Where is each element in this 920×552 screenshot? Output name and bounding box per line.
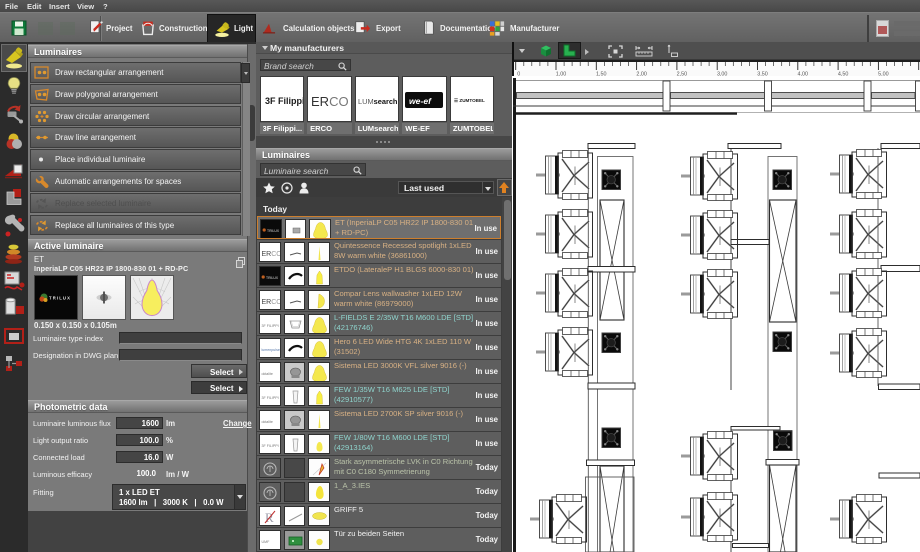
svg-text:we-ef: we-ef — [409, 96, 432, 106]
svg-text:TRILUX: TRILUX — [266, 276, 279, 280]
svg-text:ERCO: ERCO — [311, 94, 349, 109]
svg-text:TRILUX: TRILUX — [267, 229, 280, 233]
svg-text:3F Filippi: 3F Filippi — [265, 96, 303, 106]
svg-text:3F FILIPPI: 3F FILIPPI — [262, 444, 279, 448]
svg-text:UMF: UMF — [262, 540, 271, 544]
svg-text:T R I L U X: T R I L U X — [49, 296, 70, 301]
svg-text:ERCO: ERCO — [262, 299, 281, 306]
svg-text:☰ ZUMTOBEL: ☰ ZUMTOBEL — [454, 98, 485, 103]
svg-text:ERCO: ERCO — [262, 251, 281, 258]
svg-text:oktalite: oktalite — [262, 372, 273, 376]
svg-text:3F FILIPPI: 3F FILIPPI — [262, 396, 279, 400]
svg-text:oktalite: oktalite — [262, 420, 273, 424]
svg-text:3F FILIPPI: 3F FILIPPI — [262, 324, 279, 328]
svg-text:LUMsearch: LUMsearch — [358, 97, 398, 106]
svg-text:lumenpulse: lumenpulse — [262, 348, 280, 352]
